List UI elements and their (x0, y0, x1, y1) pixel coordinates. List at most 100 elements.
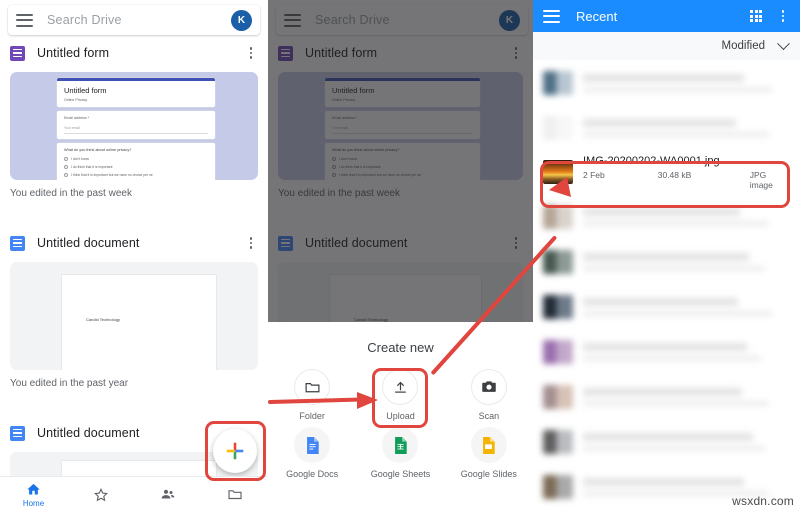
hamburger-icon[interactable] (543, 9, 560, 23)
hamburger-icon[interactable] (16, 13, 33, 27)
star-icon (93, 487, 109, 503)
file-meta (583, 432, 790, 451)
search-input[interactable]: Search Drive (47, 13, 231, 27)
nav-item-shared[interactable] (134, 487, 201, 503)
card-header: Untitled document (0, 228, 268, 258)
file-meta (583, 118, 790, 137)
scan-camera-icon (470, 369, 507, 405)
create-option-label: Google Slides (460, 469, 517, 479)
form-thumbnail: Untitled form Online Privacy Email addre… (10, 72, 258, 180)
doc-thumbnail: Candid Technology (10, 262, 258, 370)
search-bar[interactable]: Search Drive K (8, 5, 260, 35)
form-preview-email-input: Your email (64, 126, 208, 134)
list-item[interactable] (533, 329, 800, 374)
google-docs-icon (10, 235, 25, 251)
form-preview-email-label: Email address * (64, 116, 90, 120)
drive-home-panel: Search Drive K Untitled form Untitled fo… (0, 0, 268, 512)
arrowhead-file (549, 177, 571, 197)
create-new-fab[interactable] (213, 429, 257, 473)
file-list: IMG-20200202-WA0001.jpg 2 Feb 30.48 kB J… (533, 60, 800, 512)
file-meta (583, 477, 790, 496)
create-option-google-docs[interactable]: Google Docs (268, 427, 356, 479)
upload-icon (382, 369, 419, 405)
google-docs-icon (10, 425, 25, 441)
sheet-title: Create new (367, 340, 434, 355)
card-title: Untitled document (37, 236, 140, 250)
more-vert-icon[interactable] (244, 237, 258, 249)
app-bar-title: Recent (576, 8, 618, 24)
list-item[interactable] (533, 194, 800, 239)
form-preview-option: I don't know (64, 157, 208, 161)
file-meta (583, 252, 790, 271)
file-meta: IMG-20200202-WA0001.jpg 2 Feb 30.48 kB J… (583, 155, 790, 190)
file-card-document[interactable]: Untitled document Candid Technology You … (0, 228, 268, 389)
grid-view-icon[interactable] (750, 10, 762, 22)
redacted-rows-top (533, 60, 800, 150)
folder-icon (227, 487, 243, 503)
file-thumbnail (543, 339, 573, 364)
watermark: wsxdn.com (732, 494, 794, 508)
create-options-grid: Folder Upload Scan Google Docs Google Sh… (268, 369, 533, 479)
form-preview-question: What do you think about online privacy? (64, 148, 132, 152)
file-thumbnail (543, 204, 573, 229)
radio-icon (64, 165, 68, 169)
edited-status: You edited in the past year (10, 378, 129, 389)
list-item-selected[interactable]: IMG-20200202-WA0001.jpg 2 Feb 30.48 kB J… (533, 150, 800, 194)
google-slides-icon (470, 427, 507, 463)
redacted-rows-bottom (533, 194, 800, 509)
list-item[interactable] (533, 419, 800, 464)
form-preview-option: I do think that it is important (64, 165, 208, 169)
create-option-scan[interactable]: Scan (445, 369, 533, 421)
recent-files-panel: Recent Modified IMG-20200202-WA0001.jpg … (533, 0, 800, 512)
google-forms-icon (10, 45, 25, 61)
sort-bar[interactable]: Modified (533, 32, 800, 60)
file-meta (583, 297, 790, 316)
plus-icon (226, 442, 244, 460)
form-preview-title: Untitled form (64, 86, 107, 95)
list-item[interactable] (533, 284, 800, 329)
avatar[interactable]: K (231, 9, 252, 31)
create-option-google-slides[interactable]: Google Slides (445, 427, 533, 479)
list-item[interactable] (533, 105, 800, 150)
more-vert-icon[interactable] (776, 10, 790, 22)
app-bar: Recent (533, 0, 800, 32)
file-name: IMG-20200202-WA0001.jpg (583, 154, 720, 167)
more-vert-icon[interactable] (244, 47, 258, 59)
file-card-form[interactable]: Untitled form Untitled form Online Priva… (0, 38, 268, 199)
file-thumbnail (543, 70, 573, 95)
create-option-google-sheets[interactable]: Google Sheets (356, 427, 444, 479)
file-type: JPG image (749, 169, 773, 190)
list-item[interactable] (533, 239, 800, 284)
create-option-label: Upload (386, 411, 415, 421)
file-date: 2 Feb (583, 169, 605, 180)
file-meta (583, 342, 790, 361)
home-icon (26, 482, 42, 498)
scrim-overlay[interactable] (268, 0, 533, 322)
sort-label: Modified (721, 40, 765, 52)
form-preview-subtitle: Online Privacy (64, 98, 88, 102)
doc-preview-text: Candid Technology (86, 317, 120, 322)
create-new-panel: Search Drive K Untitled form Untitled fo… (268, 0, 533, 512)
arrowhead-upload (357, 392, 378, 409)
nav-item-files[interactable] (201, 487, 268, 503)
create-option-folder[interactable]: Folder (268, 369, 356, 421)
file-thumbnail (543, 249, 573, 274)
card-title: Untitled form (37, 46, 110, 60)
nav-item-starred[interactable] (67, 487, 134, 503)
file-thumbnail (543, 429, 573, 454)
list-item[interactable] (533, 374, 800, 419)
list-item[interactable] (533, 60, 800, 105)
shared-icon (160, 487, 176, 503)
create-option-label: Google Docs (286, 469, 339, 479)
form-preview-option: I think that it is important but we have… (64, 173, 208, 177)
nav-item-home[interactable]: Home (0, 482, 67, 508)
create-option-label: Scan (478, 411, 500, 421)
nav-label-home: Home (22, 498, 45, 508)
file-thumbnail (543, 384, 573, 409)
google-docs-icon (294, 427, 331, 463)
create-option-label: Folder (299, 411, 325, 421)
file-thumbnail (543, 294, 573, 319)
radio-icon (64, 173, 68, 177)
file-meta (583, 387, 790, 406)
chevron-down-icon[interactable] (777, 36, 790, 50)
